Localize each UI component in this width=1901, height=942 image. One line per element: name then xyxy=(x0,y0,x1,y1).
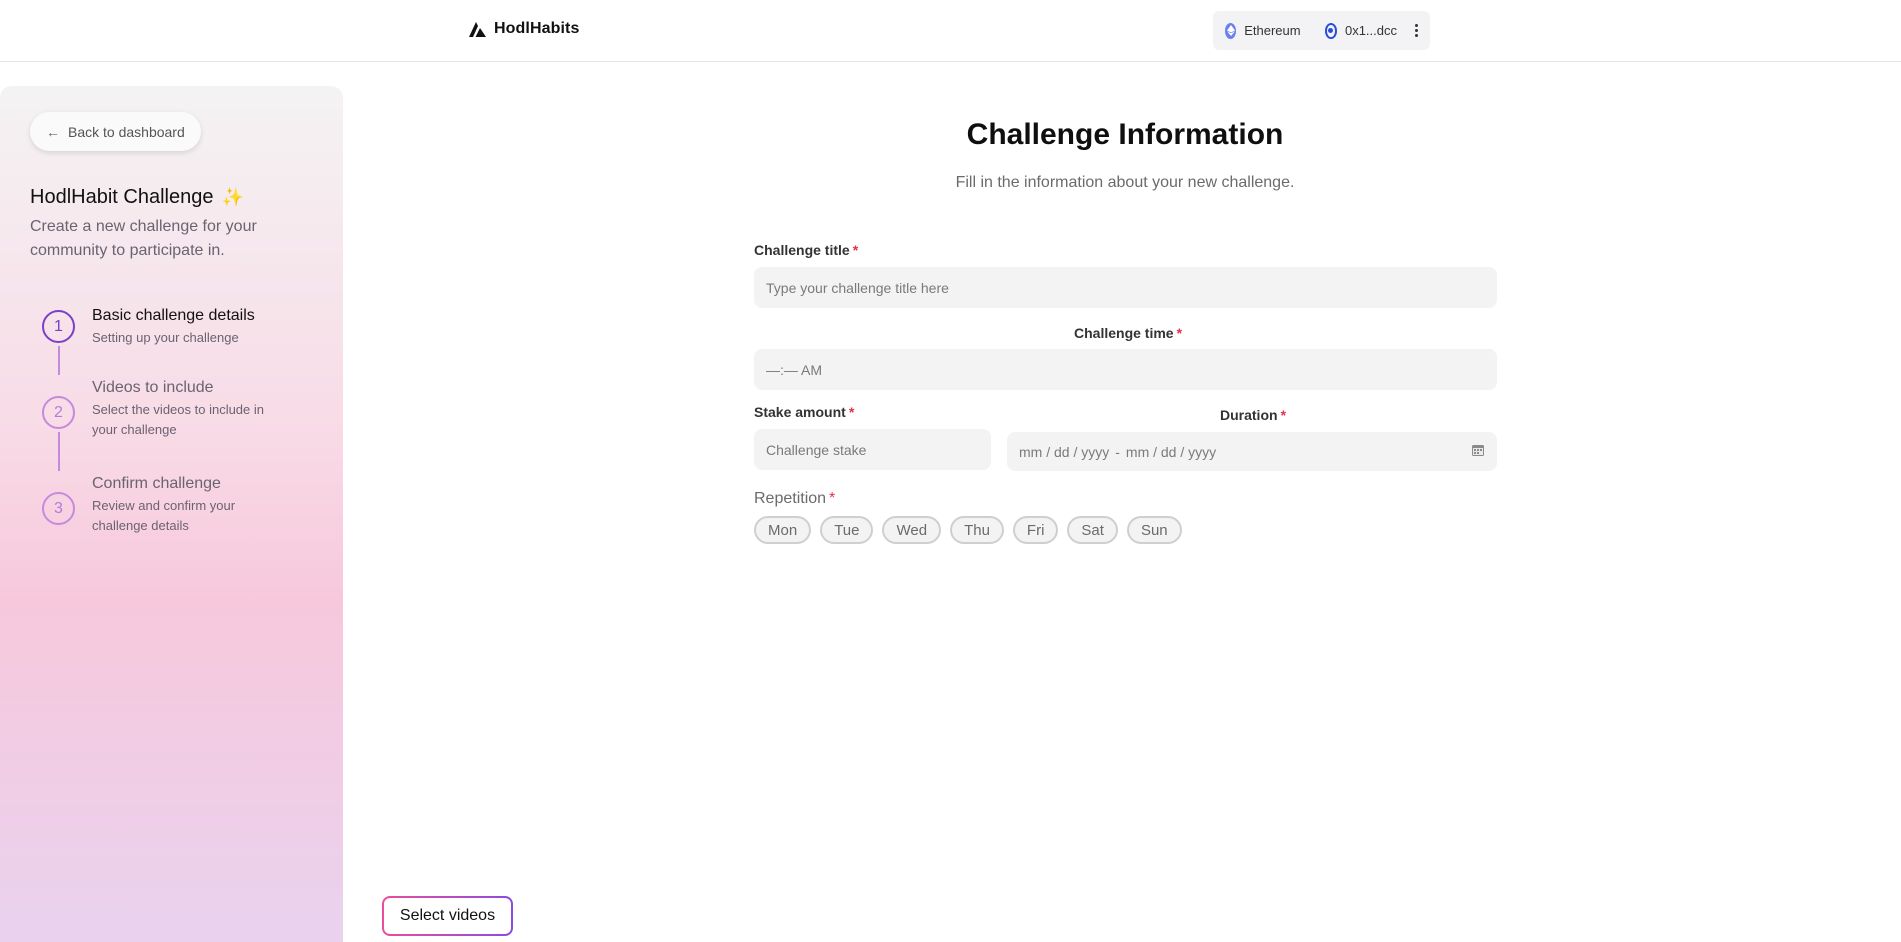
required-marker: * xyxy=(1280,407,1287,423)
sidebar: ← Back to dashboard HodlHabit Challenge … xyxy=(0,86,343,942)
duration-separator: - xyxy=(1115,443,1120,460)
duration-label: Duration * xyxy=(1220,407,1286,423)
required-marker: * xyxy=(829,490,836,507)
ethereum-icon xyxy=(1225,22,1237,39)
duration-label-text: Duration xyxy=(1220,407,1278,423)
account-icon xyxy=(1324,22,1337,39)
brand-name: HodlHabits xyxy=(494,20,580,37)
step-connector xyxy=(58,346,60,375)
day-toggle-tue[interactable]: Tue xyxy=(820,516,874,544)
duration-start[interactable]: mm / dd / yyyy xyxy=(1019,444,1109,460)
challenge-time-label-text: Challenge time xyxy=(1074,325,1174,341)
challenge-title-label: Challenge title * xyxy=(754,242,858,258)
step-number: 2 xyxy=(42,396,75,429)
challenge-title-input[interactable]: Type your challenge title here xyxy=(754,267,1497,308)
calendar-icon[interactable] xyxy=(1471,443,1485,457)
wallet-panel: Ethereum 0x1...dcc xyxy=(1213,11,1430,50)
duration-range-input[interactable]: mm / dd / yyyy - mm / dd / yyyy xyxy=(1007,432,1497,471)
challenge-time-label: Challenge time * xyxy=(1074,325,1182,341)
page-title: Challenge Information xyxy=(966,118,1284,151)
hodlhabits-logo-icon xyxy=(469,21,486,37)
duration-end[interactable]: mm / dd / yyyy xyxy=(1126,444,1216,460)
top-header: HodlHabits Ethereum 0x1...dcc xyxy=(0,0,1901,62)
stake-amount-placeholder: Challenge stake xyxy=(766,441,867,458)
day-toggle-mon[interactable]: Mon xyxy=(754,516,812,544)
day-toggle-sun[interactable]: Sun xyxy=(1126,516,1182,544)
step-number: 1 xyxy=(42,310,75,343)
day-toggle-wed[interactable]: Wed xyxy=(882,516,942,544)
account-address[interactable]: 0x1...dcc xyxy=(1345,23,1397,38)
step-title: Videos to include xyxy=(92,379,214,396)
step-subtitle: Setting up your challenge xyxy=(92,330,239,345)
challenge-time-input[interactable]: —:— AM xyxy=(754,349,1497,390)
step-title: Basic challenge details xyxy=(92,307,255,324)
sidebar-description: Create a new challenge for your communit… xyxy=(30,218,257,259)
challenge-time-value: —:— AM xyxy=(766,361,823,378)
step-subtitle: Review and confirm your challenge detail… xyxy=(92,498,236,533)
step-subtitle: Select the videos to include in your cha… xyxy=(92,402,264,437)
repetition-label-text: Repetition xyxy=(754,490,827,507)
brand[interactable]: HodlHabits xyxy=(469,20,579,38)
required-marker: * xyxy=(1176,325,1183,341)
stake-amount-label-text: Stake amount xyxy=(754,404,846,420)
stake-amount-label: Stake amount * xyxy=(754,404,854,420)
network-selector[interactable]: Ethereum xyxy=(1244,23,1300,38)
step-connector xyxy=(58,432,60,471)
select-videos-button[interactable]: Select videos xyxy=(382,896,513,936)
step-number: 3 xyxy=(42,492,75,525)
page-subtitle: Fill in the information about your new c… xyxy=(955,174,1295,191)
challenge-title-label-text: Challenge title xyxy=(754,242,850,258)
repetition-label: Repetition * xyxy=(754,490,835,508)
day-toggle-sat[interactable]: Sat xyxy=(1067,516,1118,544)
repetition-days: Mon Tue Wed Thu Fri Sat Sun xyxy=(754,516,1182,544)
more-vertical-icon[interactable] xyxy=(1415,24,1418,37)
day-toggle-thu[interactable]: Thu xyxy=(950,516,1004,544)
required-marker: * xyxy=(852,242,859,258)
stake-amount-input[interactable]: Challenge stake xyxy=(754,429,991,470)
challenge-title-placeholder: Type your challenge title here xyxy=(766,279,949,296)
required-marker: * xyxy=(848,404,855,420)
step-title: Confirm challenge xyxy=(92,475,221,492)
day-toggle-fri[interactable]: Fri xyxy=(1012,516,1059,544)
